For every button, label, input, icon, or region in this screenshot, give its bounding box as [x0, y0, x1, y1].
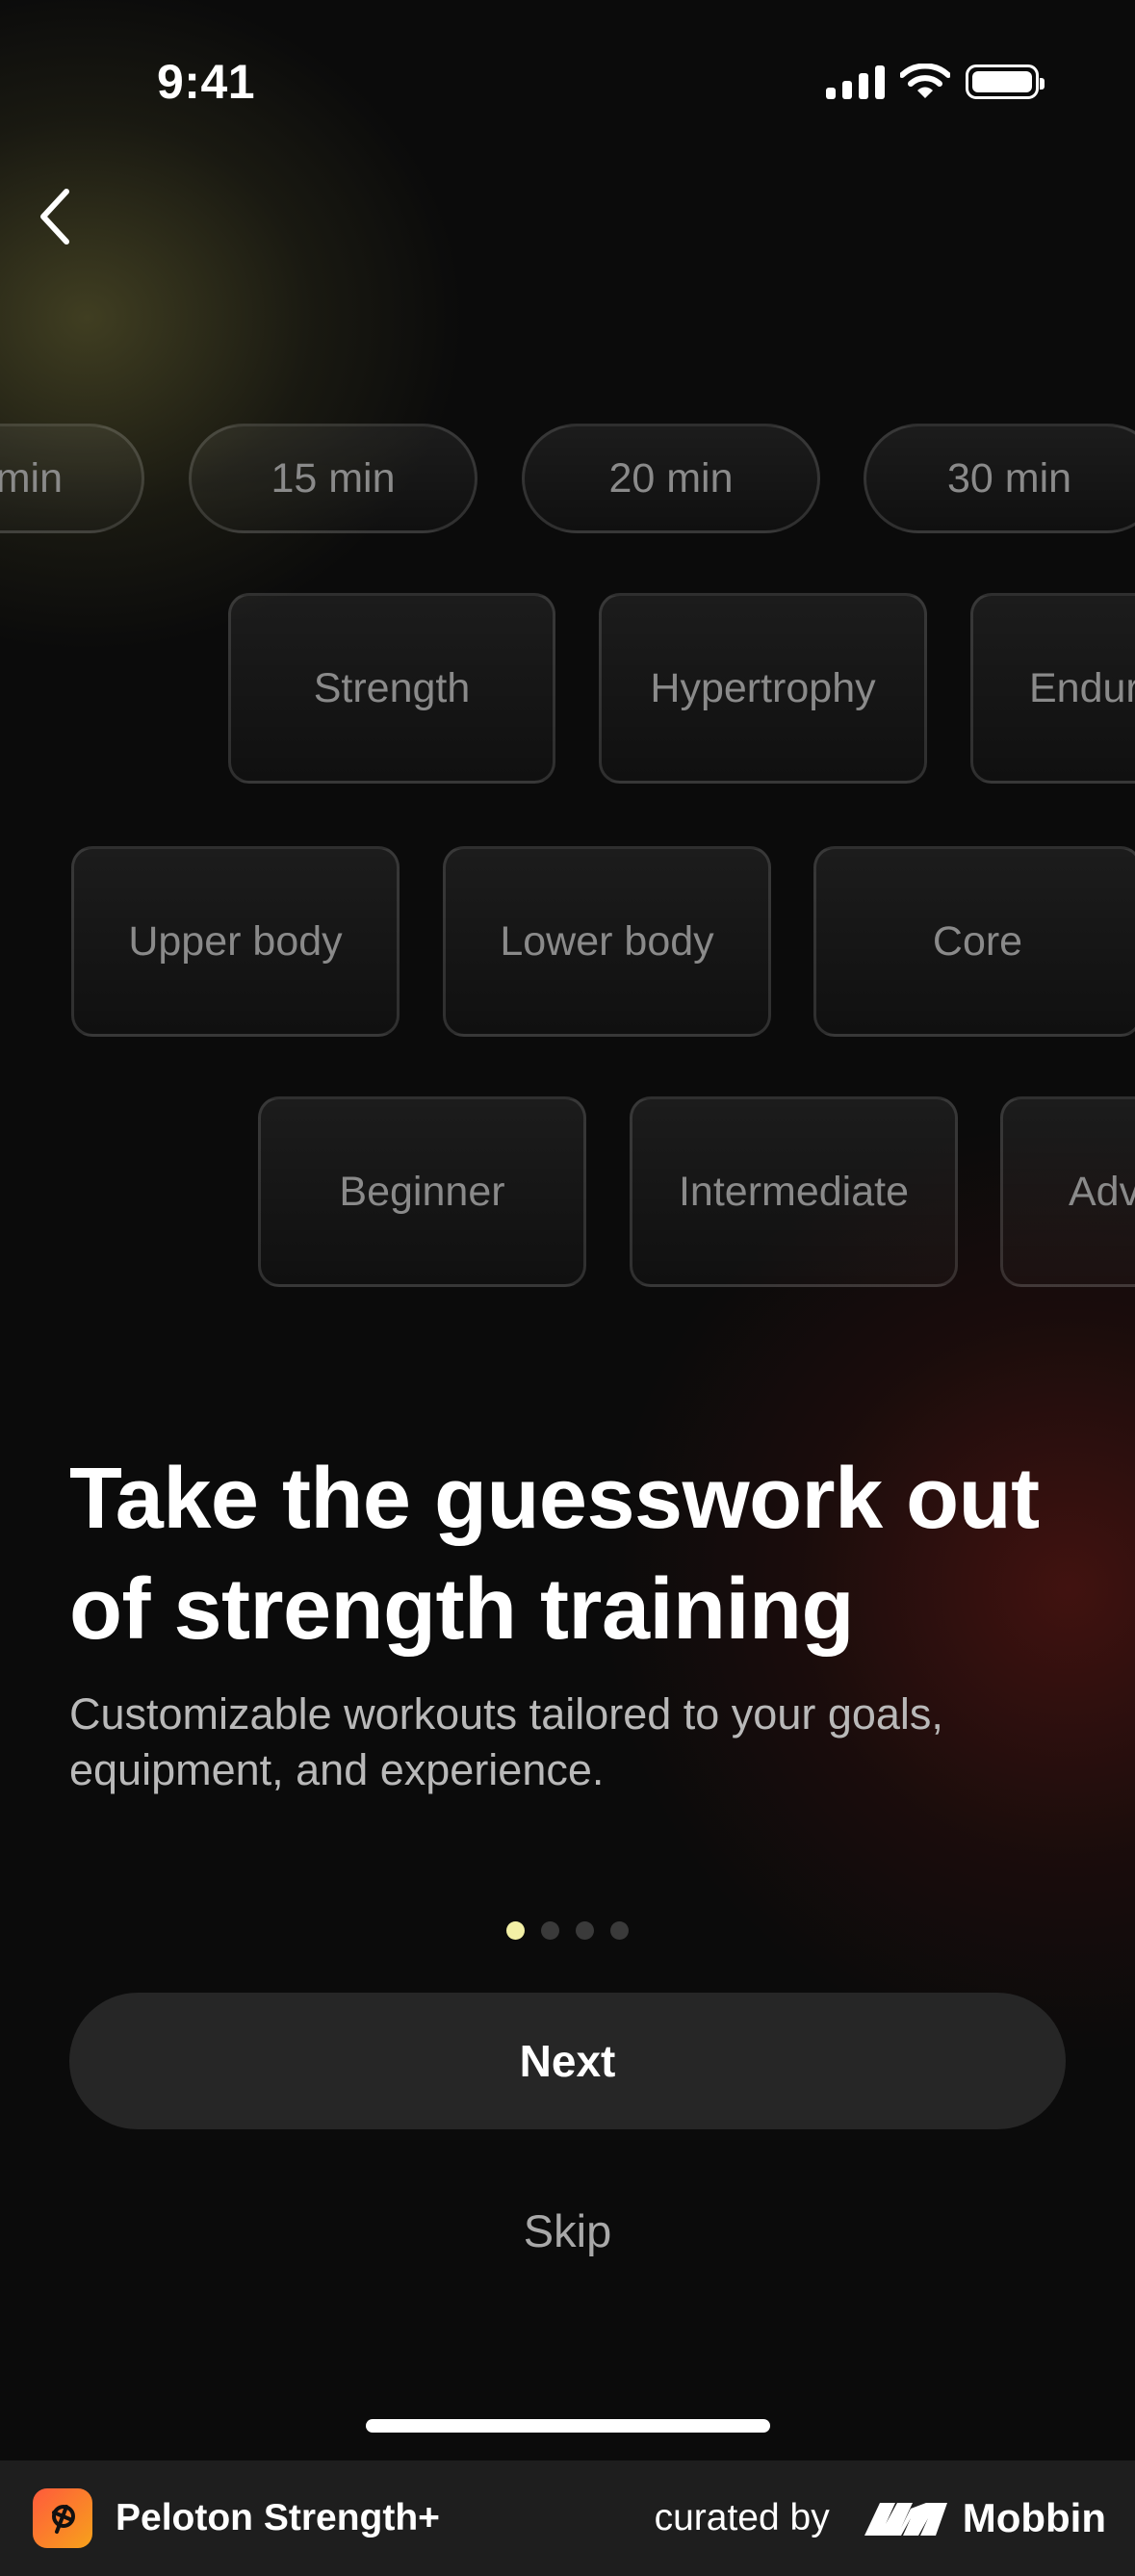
page-title: Take the guesswork out of strength train…: [69, 1451, 1040, 1658]
chip-duration: 20 min: [522, 424, 820, 533]
skip-button[interactable]: Skip: [0, 2204, 1135, 2257]
battery-icon: [966, 64, 1045, 99]
page-subtitle: Customizable workouts tailored to your g…: [69, 1689, 943, 1794]
chip-level: Beginner: [258, 1096, 586, 1287]
page-dot: [576, 1921, 594, 1940]
chip-level: Intermediate: [630, 1096, 958, 1287]
chip-body-part: Core: [813, 846, 1135, 1037]
cellular-signal-icon: [826, 64, 885, 99]
chip-goal: Strength: [228, 593, 555, 784]
page-indicator: [0, 1921, 1135, 1940]
mobbin-brand-name: Mobbin: [962, 2495, 1106, 2540]
next-button[interactable]: Next: [69, 1993, 1066, 2129]
back-button[interactable]: [21, 183, 89, 250]
onboarding-screen: 9:41 min 15 min 20 min 30 min Strength H…: [0, 0, 1135, 2460]
page-dot-active: [506, 1921, 525, 1940]
chip-goal: Endur: [970, 593, 1135, 784]
chip-body-part: Lower body: [443, 846, 771, 1037]
page-dot: [541, 1921, 559, 1940]
chip-body-part: Upper body: [71, 846, 400, 1037]
chip-goal: Hypertrophy: [599, 593, 927, 784]
chevron-left-icon: [40, 189, 69, 245]
chip-duration: 30 min: [864, 424, 1135, 533]
chip-level: Adv: [1000, 1096, 1135, 1287]
peloton-logo-icon: [33, 2488, 92, 2548]
chip-duration: 15 min: [189, 424, 477, 533]
wifi-icon: [900, 64, 950, 98]
mobbin-footer: Peloton Strength+ curated by Mobbin: [0, 2460, 1135, 2576]
curated-by-label: curated by: [654, 2497, 830, 2538]
status-icons: [826, 64, 1045, 100]
mobbin-brand[interactable]: Mobbin: [863, 2495, 1106, 2541]
status-time: 9:41: [157, 55, 256, 109]
chip-duration: min: [0, 424, 144, 533]
mobbin-logo-icon: [864, 2503, 947, 2536]
home-indicator: [366, 2419, 770, 2433]
page-dot: [610, 1921, 629, 1940]
app-name: Peloton Strength+: [116, 2497, 440, 2538]
